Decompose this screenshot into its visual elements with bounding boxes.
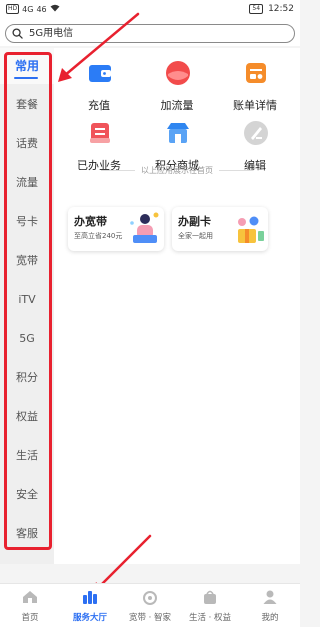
shop-icon [167, 123, 189, 143]
promo-subtitle: 全家一起用 [178, 232, 213, 240]
sidebar-item-label: 生活 [16, 449, 38, 462]
sidebar-item-label: 宽带 [16, 254, 38, 267]
sidebar-item-security[interactable]: 安全 [0, 477, 54, 513]
search-value: 5G用电信 [29, 28, 74, 39]
sidebar-item-5g[interactable]: 5G [0, 321, 54, 357]
status-time: 12:52 [268, 4, 294, 14]
sidebar-item-label: 安全 [16, 488, 38, 501]
tab-label: 生活 · 权益 [188, 613, 232, 623]
tab-profile[interactable]: 我的 [240, 584, 300, 627]
content-panel: 充值 加流量 账单详情 已办业务 积分商城 编辑 [54, 48, 300, 564]
app-recharge[interactable]: 充值 [66, 56, 132, 116]
active-indicator [14, 77, 38, 79]
tab-label: 我的 [261, 613, 279, 623]
promo-card-broadband[interactable]: 办宽带 至高立省240元 [68, 207, 164, 251]
app-label: 充值 [88, 99, 110, 112]
sidebar-item-label: 套餐 [16, 98, 38, 111]
sidebar-item-points[interactable]: 积分 [0, 360, 54, 396]
hd-indicator: HD [6, 4, 20, 14]
app-add-data[interactable]: 加流量 [144, 56, 210, 116]
sidebar-item-life[interactable]: 生活 [0, 438, 54, 474]
app-label: 加流量 [160, 99, 194, 112]
home-icon [23, 591, 37, 603]
status-indicators: HD 4G 46 [6, 4, 60, 14]
wifi-icon [50, 4, 60, 14]
sidebar-item-billing[interactable]: 话费 [0, 126, 54, 162]
search-bar: 5G用电信 [0, 22, 300, 46]
sidebar-item-label: 积分 [16, 371, 38, 384]
tab-service-hall[interactable]: 服务大厅 [60, 584, 120, 627]
service-hall-icon [83, 591, 97, 604]
promo-title: 办宽带 [74, 215, 107, 228]
data-plus-icon [166, 61, 190, 85]
sidebar-item-packages[interactable]: 套餐 [0, 87, 54, 123]
sidebar-item-sim-card[interactable]: 号卡 [0, 204, 54, 240]
sidebar-item-label: 常用 [14, 59, 39, 73]
edit-icon [244, 121, 268, 145]
promo-title: 办副卡 [178, 215, 211, 228]
sidebar-item-label: 客服 [16, 527, 38, 540]
promo-card-secondary-card[interactable]: 办副卡 全家一起用 [172, 207, 268, 251]
status-right: 54 12:52 [249, 4, 294, 14]
sidebar-item-label: 流量 [16, 176, 38, 189]
tab-broadband-smart-home[interactable]: 宽带 · 智家 [120, 584, 180, 627]
handled-services-icon [90, 123, 110, 143]
tab-home[interactable]: 首页 [0, 584, 60, 627]
homepage-apps-hint: 以上应用展示在首页 [54, 165, 300, 176]
app-bill-details[interactable]: 账单详情 [222, 56, 288, 116]
sidebar-item-common[interactable]: 常用 [0, 48, 54, 84]
sidebar-item-data[interactable]: 流量 [0, 165, 54, 201]
bill-icon [246, 63, 266, 83]
sidebar-item-label: 号卡 [16, 215, 38, 228]
broadband-icon [143, 591, 157, 605]
tab-life-benefits[interactable]: 生活 · 权益 [180, 584, 240, 627]
search-input[interactable]: 5G用电信 [5, 24, 295, 43]
life-icon [204, 590, 216, 604]
sidebar-item-broadband[interactable]: 宽带 [0, 243, 54, 279]
tab-label: 首页 [21, 613, 39, 623]
sidebar-item-label: 话费 [16, 137, 38, 150]
sidebar-item-label: iTV [18, 293, 36, 306]
sidebar-item-benefits[interactable]: 权益 [0, 399, 54, 435]
family-gift-illustration [238, 216, 264, 243]
sidebar-item-customer-service[interactable]: 客服 [0, 516, 54, 552]
profile-icon [263, 590, 277, 604]
sidebar-item-itv[interactable]: iTV [0, 282, 54, 318]
promo-subtitle: 至高立省240元 [74, 232, 123, 240]
battery-indicator: 54 [249, 4, 264, 14]
app-label: 账单详情 [233, 99, 277, 112]
tab-label: 服务大厅 [72, 613, 107, 623]
network-46-indicator: 46 [36, 4, 47, 14]
bottom-tab-bar: 首页 服务大厅 宽带 · 智家 生活 · 权益 我的 [0, 583, 300, 627]
tab-label: 宽带 · 智家 [128, 613, 172, 623]
search-icon [12, 28, 23, 39]
sidebar-item-label: 5G [19, 332, 35, 345]
wallet-icon [89, 65, 111, 82]
person-laptop-illustration [130, 212, 159, 243]
network-4g-indicator: 4G [22, 4, 34, 14]
sidebar-item-label: 权益 [16, 410, 38, 423]
status-bar: HD 4G 46 54 12:52 [0, 0, 300, 22]
category-sidebar: 常用 套餐 话费 流量 号卡 宽带 iTV 5G 积分 权益 生活 安全 客服 [0, 48, 54, 564]
